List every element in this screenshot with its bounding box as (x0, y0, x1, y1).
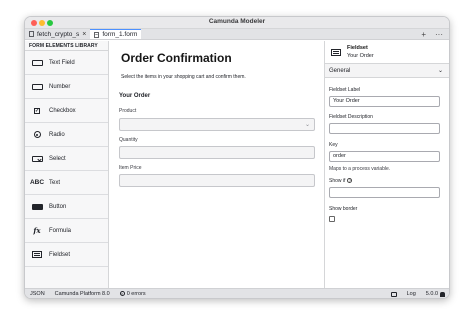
json-button[interactable]: JSON (25, 291, 50, 297)
chevron-down-icon: ⌄ (304, 122, 310, 128)
quantity-label: Quantity (119, 137, 138, 143)
show-border-checkbox[interactable] (329, 216, 335, 222)
product-select[interactable]: ⌄ (119, 118, 315, 131)
button-icon (31, 203, 43, 210)
title-bar: Camunda Modeler (25, 17, 449, 29)
radio-icon (33, 131, 41, 138)
palette-item-checkbox[interactable]: ✓ Checkbox (25, 99, 108, 123)
platform-version[interactable]: Camunda Platform 8.0 (50, 291, 115, 297)
palette-item-label: Radio (49, 131, 65, 138)
properties-panel: Fieldset Your Order General ⌄ Fieldset L… (325, 41, 449, 288)
checkbox-icon: ✓ (34, 107, 40, 114)
group-title: General (329, 68, 351, 74)
palette-title: FORM ELEMENTS LIBRARY (25, 41, 108, 51)
palette-item-fieldset[interactable]: Fieldset (25, 243, 108, 267)
palette-item-label: Formula (49, 227, 72, 234)
form-elements-palette: FORM ELEMENTS LIBRARY Text Field Number … (25, 41, 109, 288)
errors-button[interactable]: × 0 errors (115, 291, 151, 297)
tab-bar: fetch_crypto_s × form_1.form + ··· (25, 29, 449, 40)
help-icon[interactable]: ? (347, 178, 353, 184)
show-if-label: Show if (329, 178, 346, 184)
log-button[interactable]: Log (407, 291, 416, 297)
fieldset-label[interactable]: Your Order (119, 93, 150, 99)
form-file-icon (94, 31, 100, 38)
version-button[interactable]: 5.0.0 (426, 291, 445, 297)
palette-item-text[interactable]: ABC Text (25, 171, 108, 195)
tab-form-1[interactable]: form_1.form (90, 29, 142, 39)
palette-item-button[interactable]: Button (25, 195, 108, 219)
more-options-icon[interactable]: ··· (435, 30, 443, 39)
general-group-header[interactable]: General ⌄ (325, 64, 449, 78)
key-hint: Maps to a process variable. (329, 166, 391, 172)
key-input[interactable]: order (329, 151, 440, 162)
tab-label: form_1.form (102, 31, 138, 38)
fieldset-description-title: Fieldset Description (329, 114, 373, 120)
errors-count: 0 errors (126, 290, 146, 297)
palette-item-text-field[interactable]: Text Field (25, 51, 108, 75)
fieldset-icon (331, 49, 341, 56)
bpmn-file-icon (29, 31, 34, 37)
product-label: Product (119, 108, 137, 114)
status-bar: JSON Camunda Platform 8.0 × 0 errors Log… (25, 288, 449, 298)
text-field-icon (31, 59, 43, 66)
form-canvas[interactable]: Order Confirmation Select the items in y… (109, 41, 325, 288)
element-type: Fieldset (347, 45, 368, 51)
quantity-field[interactable] (119, 146, 315, 159)
number-icon (31, 83, 43, 90)
show-if-title: Show if? (329, 178, 353, 184)
fieldset-label-title: Fieldset Label (329, 87, 361, 93)
palette-item-label: Button (49, 203, 67, 210)
palette-item-label: Text (49, 179, 61, 186)
palette-item-label: Checkbox (49, 107, 76, 114)
palette-item-label: Text Field (49, 59, 75, 66)
palette-item-formula[interactable]: fx Formula (25, 219, 108, 243)
palette-item-label: Select (49, 155, 66, 162)
version-label: 5.0.0 (425, 291, 438, 297)
error-icon: × (119, 291, 125, 296)
fieldset-label-input[interactable]: Your Order (329, 96, 440, 107)
fieldset-description-input[interactable] (329, 123, 440, 134)
select-icon (31, 155, 43, 162)
notification-icon (440, 291, 445, 297)
feedback-icon[interactable] (390, 291, 397, 297)
tab-label: fetch_crypto_s (37, 30, 80, 38)
window-title: Camunda Modeler (208, 18, 266, 25)
tab-fetch-crypto[interactable]: fetch_crypto_s × (25, 29, 90, 39)
new-tab-button[interactable]: + (421, 30, 426, 39)
fieldset-icon (32, 251, 42, 258)
app-window: Camunda Modeler fetch_crypto_s × form_1.… (24, 16, 450, 299)
chevron-down-icon: ⌄ (437, 68, 443, 74)
palette-item-number[interactable]: Number (25, 75, 108, 99)
palette-item-select[interactable]: Select (25, 147, 108, 171)
key-title: Key (329, 142, 338, 148)
form-title[interactable]: Order Confirmation (121, 51, 232, 65)
form-description[interactable]: Select the items in your shopping cart a… (121, 74, 246, 80)
element-name: Your Order (347, 53, 374, 59)
properties-header: Fieldset Your Order (325, 41, 449, 64)
text-icon: ABC (29, 179, 45, 186)
item-price-label: Item Price (119, 165, 142, 171)
palette-item-label: Number (49, 83, 71, 90)
tab-close-icon[interactable]: × (82, 31, 86, 38)
palette-item-radio[interactable]: Radio (25, 123, 108, 147)
palette-item-label: Fieldset (49, 251, 71, 258)
show-border-title: Show border (329, 206, 358, 212)
show-if-input[interactable] (329, 187, 440, 198)
formula-icon: fx (33, 226, 41, 235)
item-price-field[interactable] (119, 174, 315, 187)
